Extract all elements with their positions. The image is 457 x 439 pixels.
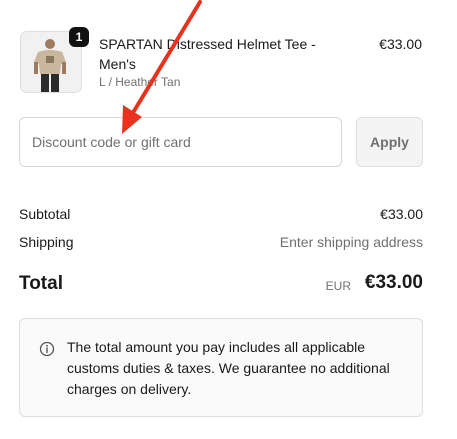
product-variant: L / Heather Tan	[99, 75, 181, 89]
info-icon	[39, 341, 55, 357]
product-name: SPARTAN Distressed Helmet Tee - Men's	[99, 36, 316, 72]
shipping-label: Shipping	[19, 234, 74, 250]
total-label: Total	[19, 273, 63, 294]
total-amount: €33.00	[364, 272, 423, 293]
subtotal-label: Subtotal	[19, 206, 71, 222]
duties-notice: The total amount you pay includes all ap…	[19, 318, 423, 417]
notice-text: The total amount you pay includes all ap…	[67, 339, 390, 397]
product-price: €33.00	[379, 36, 422, 52]
apply-button[interactable]: Apply	[356, 117, 423, 167]
shipping-value: Enter shipping address	[279, 234, 423, 250]
currency-code: EUR	[325, 279, 351, 293]
quantity-badge: 1	[69, 27, 89, 47]
subtotal-value: €33.00	[380, 206, 423, 222]
discount-code-input[interactable]	[19, 117, 342, 167]
